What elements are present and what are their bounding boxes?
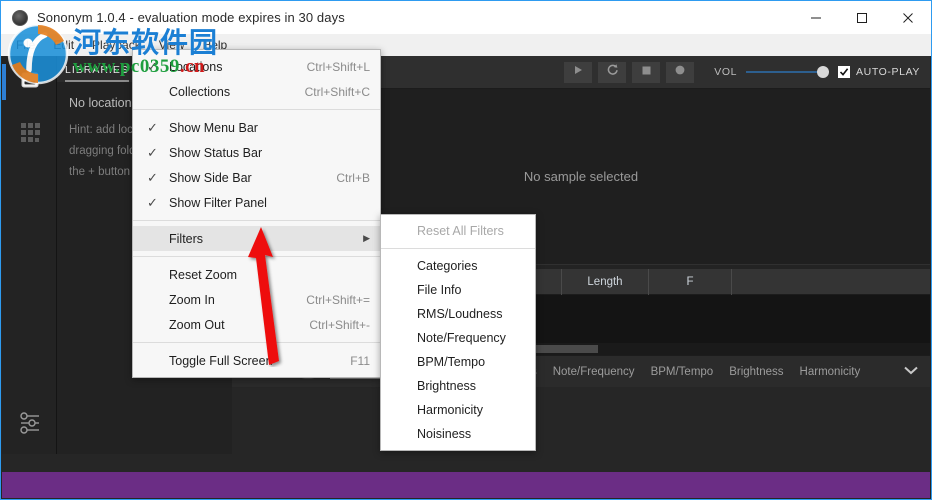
submenu-item-rms-loudness[interactable]: RMS/Loudness <box>381 302 535 326</box>
filter-expand-button[interactable] <box>902 363 920 381</box>
loop-button[interactable] <box>598 61 627 83</box>
filter-chip-brightness[interactable]: Brightness <box>729 366 783 378</box>
sidebar-item-collections[interactable] <box>2 108 57 160</box>
menu-separator <box>133 342 380 343</box>
menu-item-label: Zoom In <box>169 292 215 307</box>
settings-sliders-icon <box>17 411 43 440</box>
submenu-separator <box>381 248 535 249</box>
window-controls <box>793 1 931 34</box>
menu-item-label: Reset Zoom <box>169 267 238 282</box>
check-icon: ✓ <box>147 169 158 185</box>
menu-separator <box>133 220 380 221</box>
check-icon: ✓ <box>147 119 158 135</box>
record-button[interactable] <box>666 61 695 83</box>
menu-item-label: Filters <box>169 231 204 246</box>
menu-item-label: Collections <box>169 84 231 99</box>
menu-item-accel: Ctrl+Shift+C <box>304 84 370 99</box>
filter-chip-bpm-tempo[interactable]: BPM/Tempo <box>651 366 714 378</box>
menu-item-label: Show Menu Bar <box>169 120 258 135</box>
volume-slider[interactable] <box>746 66 830 78</box>
menu-item-label: Locations <box>169 59 223 74</box>
menu-edit[interactable]: Edit <box>44 35 83 55</box>
autoplay-checkbox[interactable] <box>838 66 851 78</box>
menu-item-label: Show Side Bar <box>169 170 252 185</box>
maximize-button[interactable] <box>839 1 885 34</box>
submenu-item-harmonicity[interactable]: Harmonicity <box>381 398 535 422</box>
menu-item-zoom-in[interactable]: Zoom In Ctrl+Shift+= <box>133 287 380 312</box>
sidebar-item-settings[interactable] <box>2 402 57 448</box>
submenu-item-reset-all-filters[interactable]: Reset All Filters <box>381 219 535 243</box>
stop-icon <box>641 63 652 81</box>
autoplay-toggle[interactable]: AUTO-PLAY <box>838 66 920 78</box>
filter-chip-harmonicity[interactable]: Harmonicity <box>800 366 861 378</box>
check-icon: ✓ <box>147 194 158 210</box>
volume-slider-knob[interactable] <box>817 66 830 78</box>
menu-item-label: Show Filter Panel <box>169 195 267 210</box>
menu-file[interactable]: File <box>7 35 44 55</box>
chevron-down-icon <box>902 363 920 381</box>
volume-label: VOL <box>714 66 738 78</box>
submenu-item-noisiness[interactable]: Noisiness <box>381 422 535 446</box>
status-spacer <box>2 454 930 472</box>
drive-icon <box>17 67 43 98</box>
menu-item-accel: Ctrl+B <box>336 170 370 185</box>
submenu-item-note-frequency[interactable]: Note/Frequency <box>381 326 535 350</box>
submenu-item-file-info[interactable]: File Info <box>381 278 535 302</box>
menu-item-reset-zoom[interactable]: Reset Zoom <box>133 262 380 287</box>
menu-item-collections[interactable]: Collections Ctrl+Shift+C <box>133 79 380 104</box>
record-icon <box>674 63 686 81</box>
column-header-f[interactable]: F <box>649 268 732 295</box>
menu-item-locations[interactable]: ✓ Locations Ctrl+Shift+L <box>133 54 380 79</box>
no-sample-text: No sample selected <box>523 169 639 184</box>
close-button[interactable] <box>885 1 931 34</box>
menu-separator <box>133 256 380 257</box>
chevron-right-icon: ▶ <box>363 233 370 243</box>
menu-item-label: Show Status Bar <box>169 145 263 160</box>
app-window: Sononym 1.0.4 - evaluation mode expires … <box>0 0 932 500</box>
filter-chip-note-frequency[interactable]: Note/Frequency <box>553 366 635 378</box>
column-header-length[interactable]: Length <box>562 268 649 295</box>
menu-item-accel: Ctrl+Shift+L <box>306 59 370 74</box>
stop-button[interactable] <box>632 61 661 83</box>
play-button[interactable] <box>564 61 593 83</box>
loop-icon <box>606 63 619 81</box>
menu-item-show-side-bar[interactable]: ✓ Show Side Bar Ctrl+B <box>133 165 380 190</box>
menu-item-filters[interactable]: Filters ▶ <box>133 226 380 251</box>
check-icon: ✓ <box>147 58 158 74</box>
window-title: Sononym 1.0.4 - evaluation mode expires … <box>37 10 345 25</box>
menu-item-label: Toggle Full Screen <box>169 353 273 368</box>
grid-icon <box>17 119 43 150</box>
submenu-item-brightness[interactable]: Brightness <box>381 374 535 398</box>
filter-panel-body <box>232 387 930 454</box>
menu-item-show-status-bar[interactable]: ✓ Show Status Bar <box>133 140 380 165</box>
submenu-item-bpm-tempo[interactable]: BPM/Tempo <box>381 350 535 374</box>
menu-item-show-menu-bar[interactable]: ✓ Show Menu Bar <box>133 115 380 140</box>
autoplay-label: AUTO-PLAY <box>856 66 920 78</box>
title-bar: Sononym 1.0.4 - evaluation mode expires … <box>1 1 931 34</box>
menu-item-accel: Ctrl+Shift+- <box>309 317 370 332</box>
menu-item-zoom-out[interactable]: Zoom Out Ctrl+Shift+- <box>133 312 380 337</box>
status-bar <box>2 472 930 498</box>
menu-item-label: Zoom Out <box>169 317 225 332</box>
menu-item-accel: F11 <box>350 353 370 368</box>
sidebar-rail <box>2 56 57 454</box>
play-icon <box>572 63 584 81</box>
submenu-item-categories[interactable]: Categories <box>381 254 535 278</box>
menu-separator <box>133 109 380 110</box>
tab-libraries[interactable]: LIBRARIES <box>65 64 129 82</box>
filters-submenu: Reset All Filters Categories File Info R… <box>380 214 536 451</box>
menu-item-accel: Ctrl+Shift+= <box>306 292 370 307</box>
view-menu-dropdown: ✓ Locations Ctrl+Shift+L Collections Ctr… <box>132 49 381 378</box>
sidebar-item-locations[interactable] <box>2 56 57 108</box>
minimize-button[interactable] <box>793 1 839 34</box>
app-logo-icon <box>12 9 28 26</box>
menu-item-toggle-full-screen[interactable]: Toggle Full Screen F11 <box>133 348 380 373</box>
check-icon: ✓ <box>147 144 158 160</box>
menu-item-show-filter-panel[interactable]: ✓ Show Filter Panel <box>133 190 380 215</box>
